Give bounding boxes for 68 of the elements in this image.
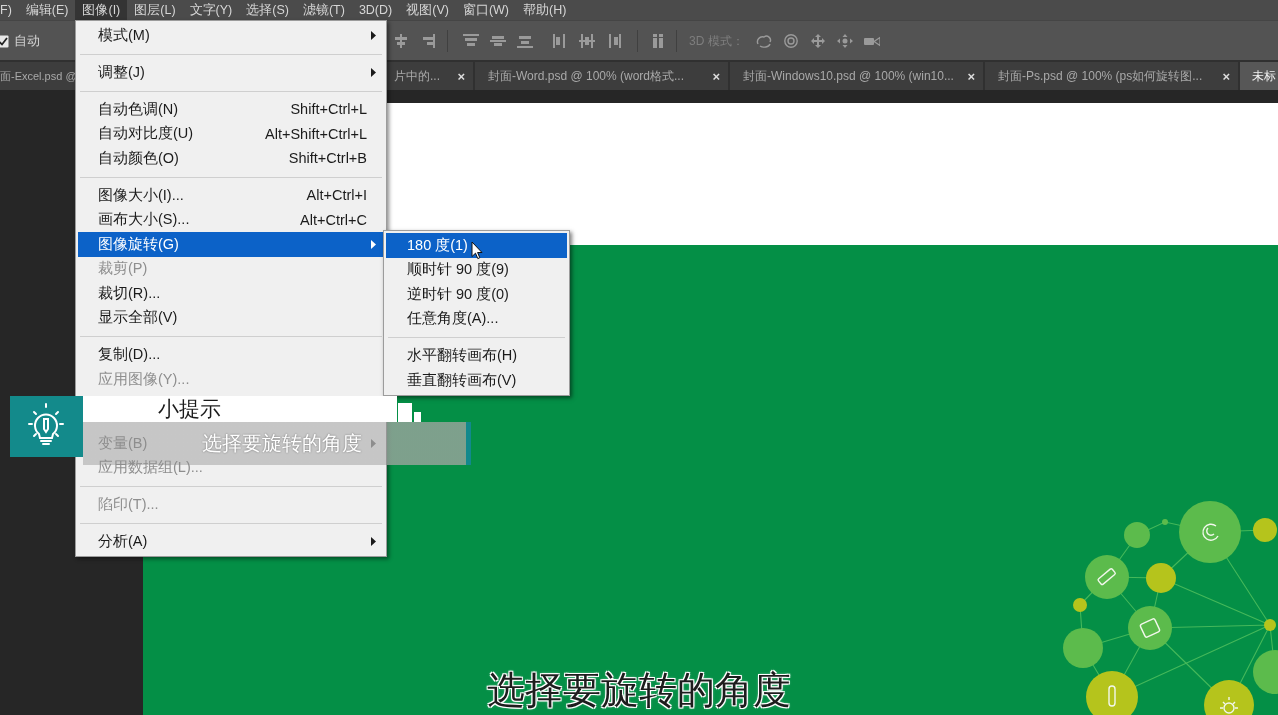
distribute-icon[interactable] — [552, 34, 568, 48]
menu-item[interactable]: 显示全部(V) — [78, 305, 384, 330]
close-button[interactable]: × — [712, 68, 720, 84]
menu-item: 应用图像(Y)... — [98, 370, 190, 387]
lightbulb-icon — [10, 396, 83, 457]
document-tab[interactable]: 封面-Windows10.psd @ 100% (win10... × — [730, 62, 983, 90]
menu-item[interactable]: 水平翻转画布(H) — [386, 343, 567, 368]
menu-item[interactable]: 自动对比度(U) Alt+Shift+Ctrl+L — [78, 121, 384, 146]
menu-item: 应用数据组(L)... — [98, 459, 203, 476]
slide-icon[interactable] — [836, 34, 853, 48]
keyboard-shortcut: Shift+Ctrl+L — [290, 101, 367, 118]
menu-item[interactable]: 180 度(1) — [386, 233, 567, 258]
columns-icon[interactable] — [650, 34, 666, 48]
orbit-icon[interactable] — [755, 34, 772, 48]
checkbox-label: 自动 — [14, 32, 40, 50]
menu-bar-item[interactable]: 3D(D) — [351, 0, 400, 20]
menu-item: 陷印(T)... — [98, 496, 159, 513]
align-icon[interactable] — [517, 34, 533, 48]
menu-item[interactable]: 裁切(R)... — [78, 281, 384, 306]
distribute-icon[interactable] — [606, 34, 622, 48]
align-icon[interactable] — [463, 34, 479, 48]
keyboard-shortcut: Alt+Ctrl+C — [300, 211, 367, 228]
pan-icon[interactable] — [809, 34, 826, 48]
keyboard-shortcut: Shift+Ctrl+B — [288, 150, 367, 167]
subtitle-caption: 选择要旋转的角度 — [487, 668, 791, 712]
tip-title: 小提示 — [83, 396, 397, 422]
menu-item[interactable]: 自动颜色(O) Shift+Ctrl+B — [78, 146, 384, 171]
menu-item[interactable]: 模式(M) — [78, 23, 384, 48]
align-icon[interactable] — [490, 34, 506, 48]
close-button[interactable]: × — [1222, 68, 1230, 84]
document-tab[interactable]: 片中的... × — [387, 62, 473, 90]
menu-bar-item[interactable]: 文字(Y) — [182, 0, 240, 20]
menu-item[interactable]: 图像大小(I)... Alt+Ctrl+I — [78, 183, 384, 208]
menu-bar-item[interactable]: 图层(L) — [127, 0, 183, 20]
roll-icon[interactable] — [782, 34, 799, 48]
keyboard-shortcut: Alt+Ctrl+I — [306, 187, 367, 204]
menu-item[interactable]: 复制(D)... — [78, 342, 384, 367]
document-tab[interactable]: 封面-Ps.psd @ 100% (ps如何旋转图... × — [985, 62, 1238, 90]
menu-bar-item[interactable]: 图像(I) — [75, 0, 128, 20]
menu-item[interactable]: 垂直翻转画布(V) — [386, 368, 567, 393]
menu-item[interactable]: 顺时针 90 度(9) — [386, 257, 567, 282]
align-icon[interactable] — [420, 34, 436, 48]
menu-item[interactable]: 画布大小(S)... Alt+Ctrl+C — [78, 207, 384, 232]
close-button[interactable]: × — [967, 68, 975, 84]
menu-bar-item[interactable]: 选择(S) — [239, 0, 296, 20]
menu-bar-item[interactable]: 编辑(E) — [18, 0, 76, 20]
menu-item[interactable]: 调整(J) — [78, 60, 384, 85]
menu-bar-item[interactable]: 窗口(W) — [455, 0, 517, 20]
menu-item[interactable]: 分析(A) — [78, 529, 384, 554]
distribute-icon[interactable] — [579, 34, 595, 48]
menu-item[interactable]: 逆时针 90 度(0) — [386, 282, 567, 307]
keyboard-shortcut: Alt+Shift+Ctrl+L — [265, 125, 367, 142]
document-tab[interactable]: 封面-Word.psd @ 100% (word格式... × — [475, 62, 728, 90]
close-button[interactable]: × — [457, 68, 465, 84]
menu-item: 裁剪(P) — [98, 260, 148, 277]
menu-item[interactable]: 图像旋转(G) — [78, 232, 384, 257]
menu-bar-item[interactable]: 滤镜(T) — [295, 0, 352, 20]
document-tab[interactable]: 未标 — [1240, 62, 1278, 90]
video-camera-icon[interactable] — [863, 34, 880, 48]
menu-item[interactable]: 任意角度(A)... — [386, 306, 567, 331]
bars-icon — [398, 403, 421, 422]
pointer-cursor-icon — [471, 241, 483, 260]
menu-item[interactable]: 自动色调(N) Shift+Ctrl+L — [78, 97, 384, 122]
menu-bar-item[interactable]: 视图(V) — [399, 0, 456, 20]
menu-bar-item[interactable]: 帮助(H) — [516, 0, 574, 20]
checkbox[interactable] — [0, 34, 9, 48]
menu-bar-item[interactable]: F) — [0, 0, 19, 20]
align-icon[interactable] — [393, 34, 409, 48]
